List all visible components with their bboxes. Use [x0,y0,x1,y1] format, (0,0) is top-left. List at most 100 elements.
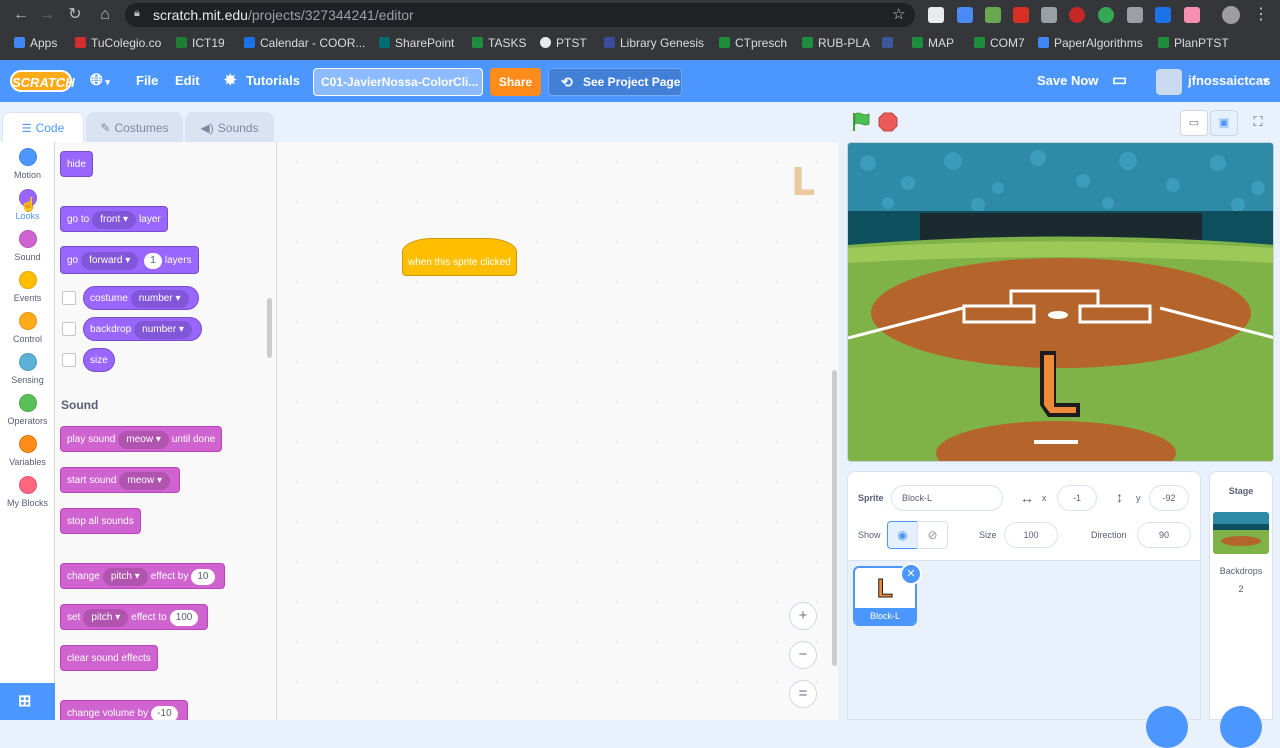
file-menu[interactable]: File [136,60,158,102]
large-stage-button[interactable]: ▣ [1210,110,1238,136]
small-stage-button[interactable]: ▭ [1180,110,1208,136]
hide-eye-slash-icon[interactable]: ⊘ [917,521,948,549]
block-stop-all-sounds[interactable]: stop all sounds [60,508,141,534]
stage-selector[interactable]: Stage Backdrops 2 [1209,471,1273,720]
category-events[interactable]: Events [0,265,55,303]
direction-input[interactable]: 90 [1137,522,1191,548]
extension-icon[interactable] [1155,7,1171,23]
tab-code[interactable]: ☰ Code [2,112,84,143]
script-area[interactable]: when this sprite clicked L + − = [277,142,838,720]
avatar[interactable] [1156,69,1182,95]
bookmark-item[interactable]: RUB-PLA [802,36,870,50]
block-change-effect[interactable]: change pitch ▾ effect by 10 [60,563,225,589]
green-flag-icon[interactable] [850,111,872,133]
category-control[interactable]: Control [0,306,55,344]
volume-amount-input[interactable]: -10 [151,706,178,720]
fullscreen-icon[interactable]: ⛶ [1244,110,1272,136]
chevron-down-icon[interactable]: ▼ [1261,60,1270,102]
effect-value-input[interactable]: 100 [169,610,199,626]
show-visible-eye-icon[interactable]: ◉ [887,521,918,549]
hat-block-when-sprite-clicked[interactable]: when this sprite clicked [402,238,517,276]
extension-icon[interactable] [1098,7,1114,23]
block-go-to-layer[interactable]: go to front ▾ layer [60,206,168,232]
extension-icon[interactable] [1127,7,1143,23]
see-project-page-button[interactable]: ⟲ See Project Page [548,68,682,96]
sprite-name-input[interactable]: Block-L [891,485,1003,511]
code-scrollbar[interactable] [832,370,837,666]
bookmark-item[interactable]: CTpresch [719,36,787,50]
category-operators[interactable]: Operators [0,388,55,426]
menu-kebab-icon[interactable]: ⋮ [1250,5,1272,25]
category-motion[interactable]: Motion [0,142,55,180]
bookmark-item[interactable]: SharePoint [379,36,454,50]
zoom-reset-button[interactable]: = [789,680,817,708]
globe-icon[interactable]: 🌐︎ ▾ [90,60,110,103]
edit-menu[interactable]: Edit [175,60,200,102]
bookmark-item[interactable]: ICT19 [176,36,225,50]
category-variables[interactable]: Variables [0,429,55,467]
category-sound[interactable]: Sound [0,224,55,262]
bookmark-item[interactable]: Library Genesis [604,36,704,50]
sound-dropdown[interactable]: meow ▾ [118,431,169,449]
tutorials-button[interactable]: Tutorials [246,60,300,102]
bookmark-item[interactable]: TuColegio.co [75,36,161,50]
bookmark-item[interactable]: TASKS [472,36,526,50]
size-monitor-checkbox[interactable] [62,353,76,367]
effect-dropdown[interactable]: pitch ▾ [102,568,148,586]
bookmark-item[interactable]: PlanPTST [1158,36,1229,50]
costume-dropdown[interactable]: number ▾ [130,290,189,308]
forward-icon[interactable]: → [36,5,58,25]
reload-icon[interactable]: ↻ [64,5,86,25]
save-now-button[interactable]: Save Now [1037,60,1098,102]
block-start-sound[interactable]: start sound meow ▾ [60,467,180,493]
category-my-blocks[interactable]: My Blocks [0,470,55,508]
bookmark-item[interactable]: PaperAlgorithms [1038,36,1143,50]
extension-icon[interactable] [1041,7,1057,23]
bookmark-item[interactable]: Calendar - COOR... [244,36,365,50]
costume-monitor-checkbox[interactable] [62,291,76,305]
stage-canvas[interactable] [847,142,1274,462]
reporter-size[interactable]: size [83,348,115,372]
choose-sprite-button[interactable] [1146,706,1188,748]
direction-dropdown[interactable]: forward ▾ [81,252,139,270]
reporter-costume[interactable]: costume number ▾ [83,286,199,310]
extension-icon[interactable] [957,7,973,23]
layers-number-input[interactable]: 1 [144,253,162,269]
share-button[interactable]: Share [490,68,541,96]
palette-scrollbar[interactable] [267,298,272,358]
adblock-icon[interactable] [1069,7,1085,23]
block-play-sound-until-done[interactable]: play sound meow ▾ until done [60,426,223,452]
bookmark-item[interactable]: PTST [540,36,587,50]
x-position-input[interactable]: -1 [1057,485,1097,511]
block-go-layers[interactable]: go forward ▾ 1 layers [60,246,199,274]
block-set-effect[interactable]: set pitch ▾ effect to 100 [60,604,209,630]
bookmark-item[interactable] [882,36,898,50]
stop-sign-icon[interactable] [878,112,898,132]
username-menu[interactable]: jfnossaictcas [1188,60,1270,102]
layer-dropdown[interactable]: front ▾ [92,211,137,229]
size-input[interactable]: 100 [1004,522,1058,548]
bookmark-item[interactable]: COM7 [974,36,1025,50]
my-stuff-folder-icon[interactable]: ▭ [1112,60,1127,102]
category-sensing[interactable]: Sensing [0,347,55,385]
block-clear-sound-effects[interactable]: clear sound effects [60,645,158,671]
bookmark-star-icon[interactable]: ☆ [892,5,905,23]
back-icon[interactable]: ← [10,5,32,25]
home-icon[interactable]: ⌂ [94,5,116,25]
tab-sounds[interactable]: ◀) Sounds [185,112,274,142]
extension-icon[interactable] [928,7,944,23]
add-extension-button[interactable]: ⊞ [0,683,55,720]
tab-costumes[interactable]: ✎ Costumes [86,112,183,142]
extension-icon[interactable] [1013,7,1029,23]
project-title-input[interactable]: C01-JavierNossa-ColorCli... [313,68,483,96]
zoom-out-button[interactable]: − [789,641,817,669]
extension-icon[interactable] [985,7,1001,23]
effect-amount-input[interactable]: 10 [191,569,215,585]
profile-avatar[interactable] [1222,6,1240,24]
block-change-volume[interactable]: change volume by -10 [60,700,188,720]
sound-dropdown[interactable]: meow ▾ [119,472,170,490]
block-hide[interactable]: hide [60,151,93,177]
effect-dropdown[interactable]: pitch ▾ [83,609,129,627]
extension-icon[interactable] [1184,7,1200,23]
y-position-input[interactable]: -92 [1149,485,1189,511]
